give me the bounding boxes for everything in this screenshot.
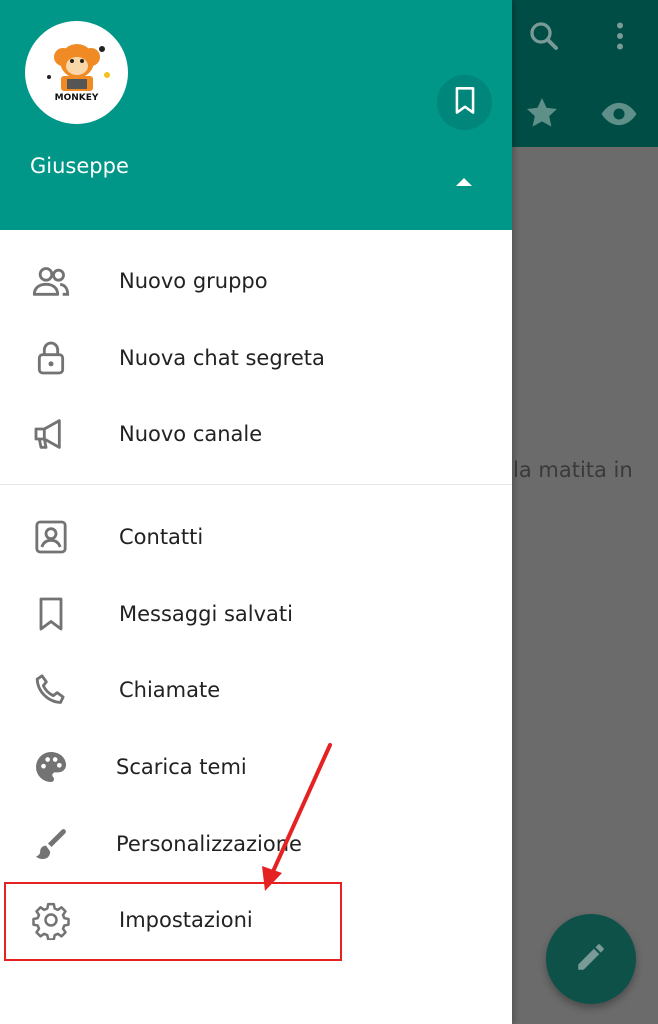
bookmark-icon bbox=[31, 594, 71, 634]
avatar-brand-text: MONKEY bbox=[54, 93, 99, 103]
account-expand-arrow-icon[interactable] bbox=[456, 178, 472, 186]
menu-item-scarica-temi[interactable]: Scarica temi bbox=[0, 729, 512, 805]
navigation-drawer: MONKEY Giuseppe Nuovo gruppo Nuova chat … bbox=[0, 0, 512, 1024]
pencil-icon bbox=[574, 940, 608, 978]
phone-icon bbox=[31, 670, 71, 710]
menu-item-label: Scarica temi bbox=[116, 755, 247, 779]
menu-divider bbox=[0, 484, 512, 485]
annotation-highlight-box bbox=[4, 882, 342, 961]
group-icon bbox=[31, 261, 71, 301]
menu-item-nuovo-canale[interactable]: Nuovo canale bbox=[0, 396, 512, 472]
menu-item-messaggi-salvati[interactable]: Messaggi salvati bbox=[0, 576, 512, 652]
more-vert-icon bbox=[602, 18, 638, 58]
menu-item-label: Personalizzazione bbox=[116, 832, 302, 856]
brush-icon bbox=[31, 824, 71, 864]
megaphone-icon bbox=[31, 414, 71, 454]
menu-item-chiamate[interactable]: Chiamate bbox=[0, 652, 512, 728]
background-top-icons bbox=[526, 18, 638, 58]
menu-item-nuova-chat-segreta[interactable]: Nuova chat segreta bbox=[0, 320, 512, 396]
user-name: Giuseppe bbox=[30, 154, 129, 178]
lock-icon bbox=[31, 338, 71, 378]
avatar[interactable]: MONKEY bbox=[25, 21, 128, 124]
background-hint-text: la matita in bbox=[513, 458, 633, 482]
eye-icon bbox=[600, 95, 638, 137]
menu-item-nuovo-gruppo[interactable]: Nuovo gruppo bbox=[0, 243, 512, 319]
search-icon bbox=[526, 18, 562, 58]
menu-item-label: Nuovo canale bbox=[119, 422, 263, 446]
menu-item-label: Contatti bbox=[119, 525, 204, 549]
drawer-header: MONKEY Giuseppe bbox=[0, 0, 512, 230]
background-filter-icons bbox=[524, 95, 638, 137]
menu-item-label: Nuova chat segreta bbox=[119, 346, 325, 370]
menu-item-contatti[interactable]: Contatti bbox=[0, 499, 512, 575]
star-icon bbox=[524, 95, 560, 137]
bookmark-icon bbox=[451, 86, 479, 120]
contact-icon bbox=[31, 517, 71, 557]
monkey-logo bbox=[47, 44, 110, 91]
saved-messages-button[interactable] bbox=[437, 75, 492, 130]
menu-item-label: Nuovo gruppo bbox=[119, 269, 268, 293]
menu-item-personalizzazione[interactable]: Personalizzazione bbox=[0, 806, 512, 882]
menu-item-label: Chiamate bbox=[119, 678, 221, 702]
compose-fab bbox=[546, 914, 636, 1004]
palette-icon bbox=[31, 747, 71, 787]
menu-item-label: Messaggi salvati bbox=[119, 602, 293, 626]
